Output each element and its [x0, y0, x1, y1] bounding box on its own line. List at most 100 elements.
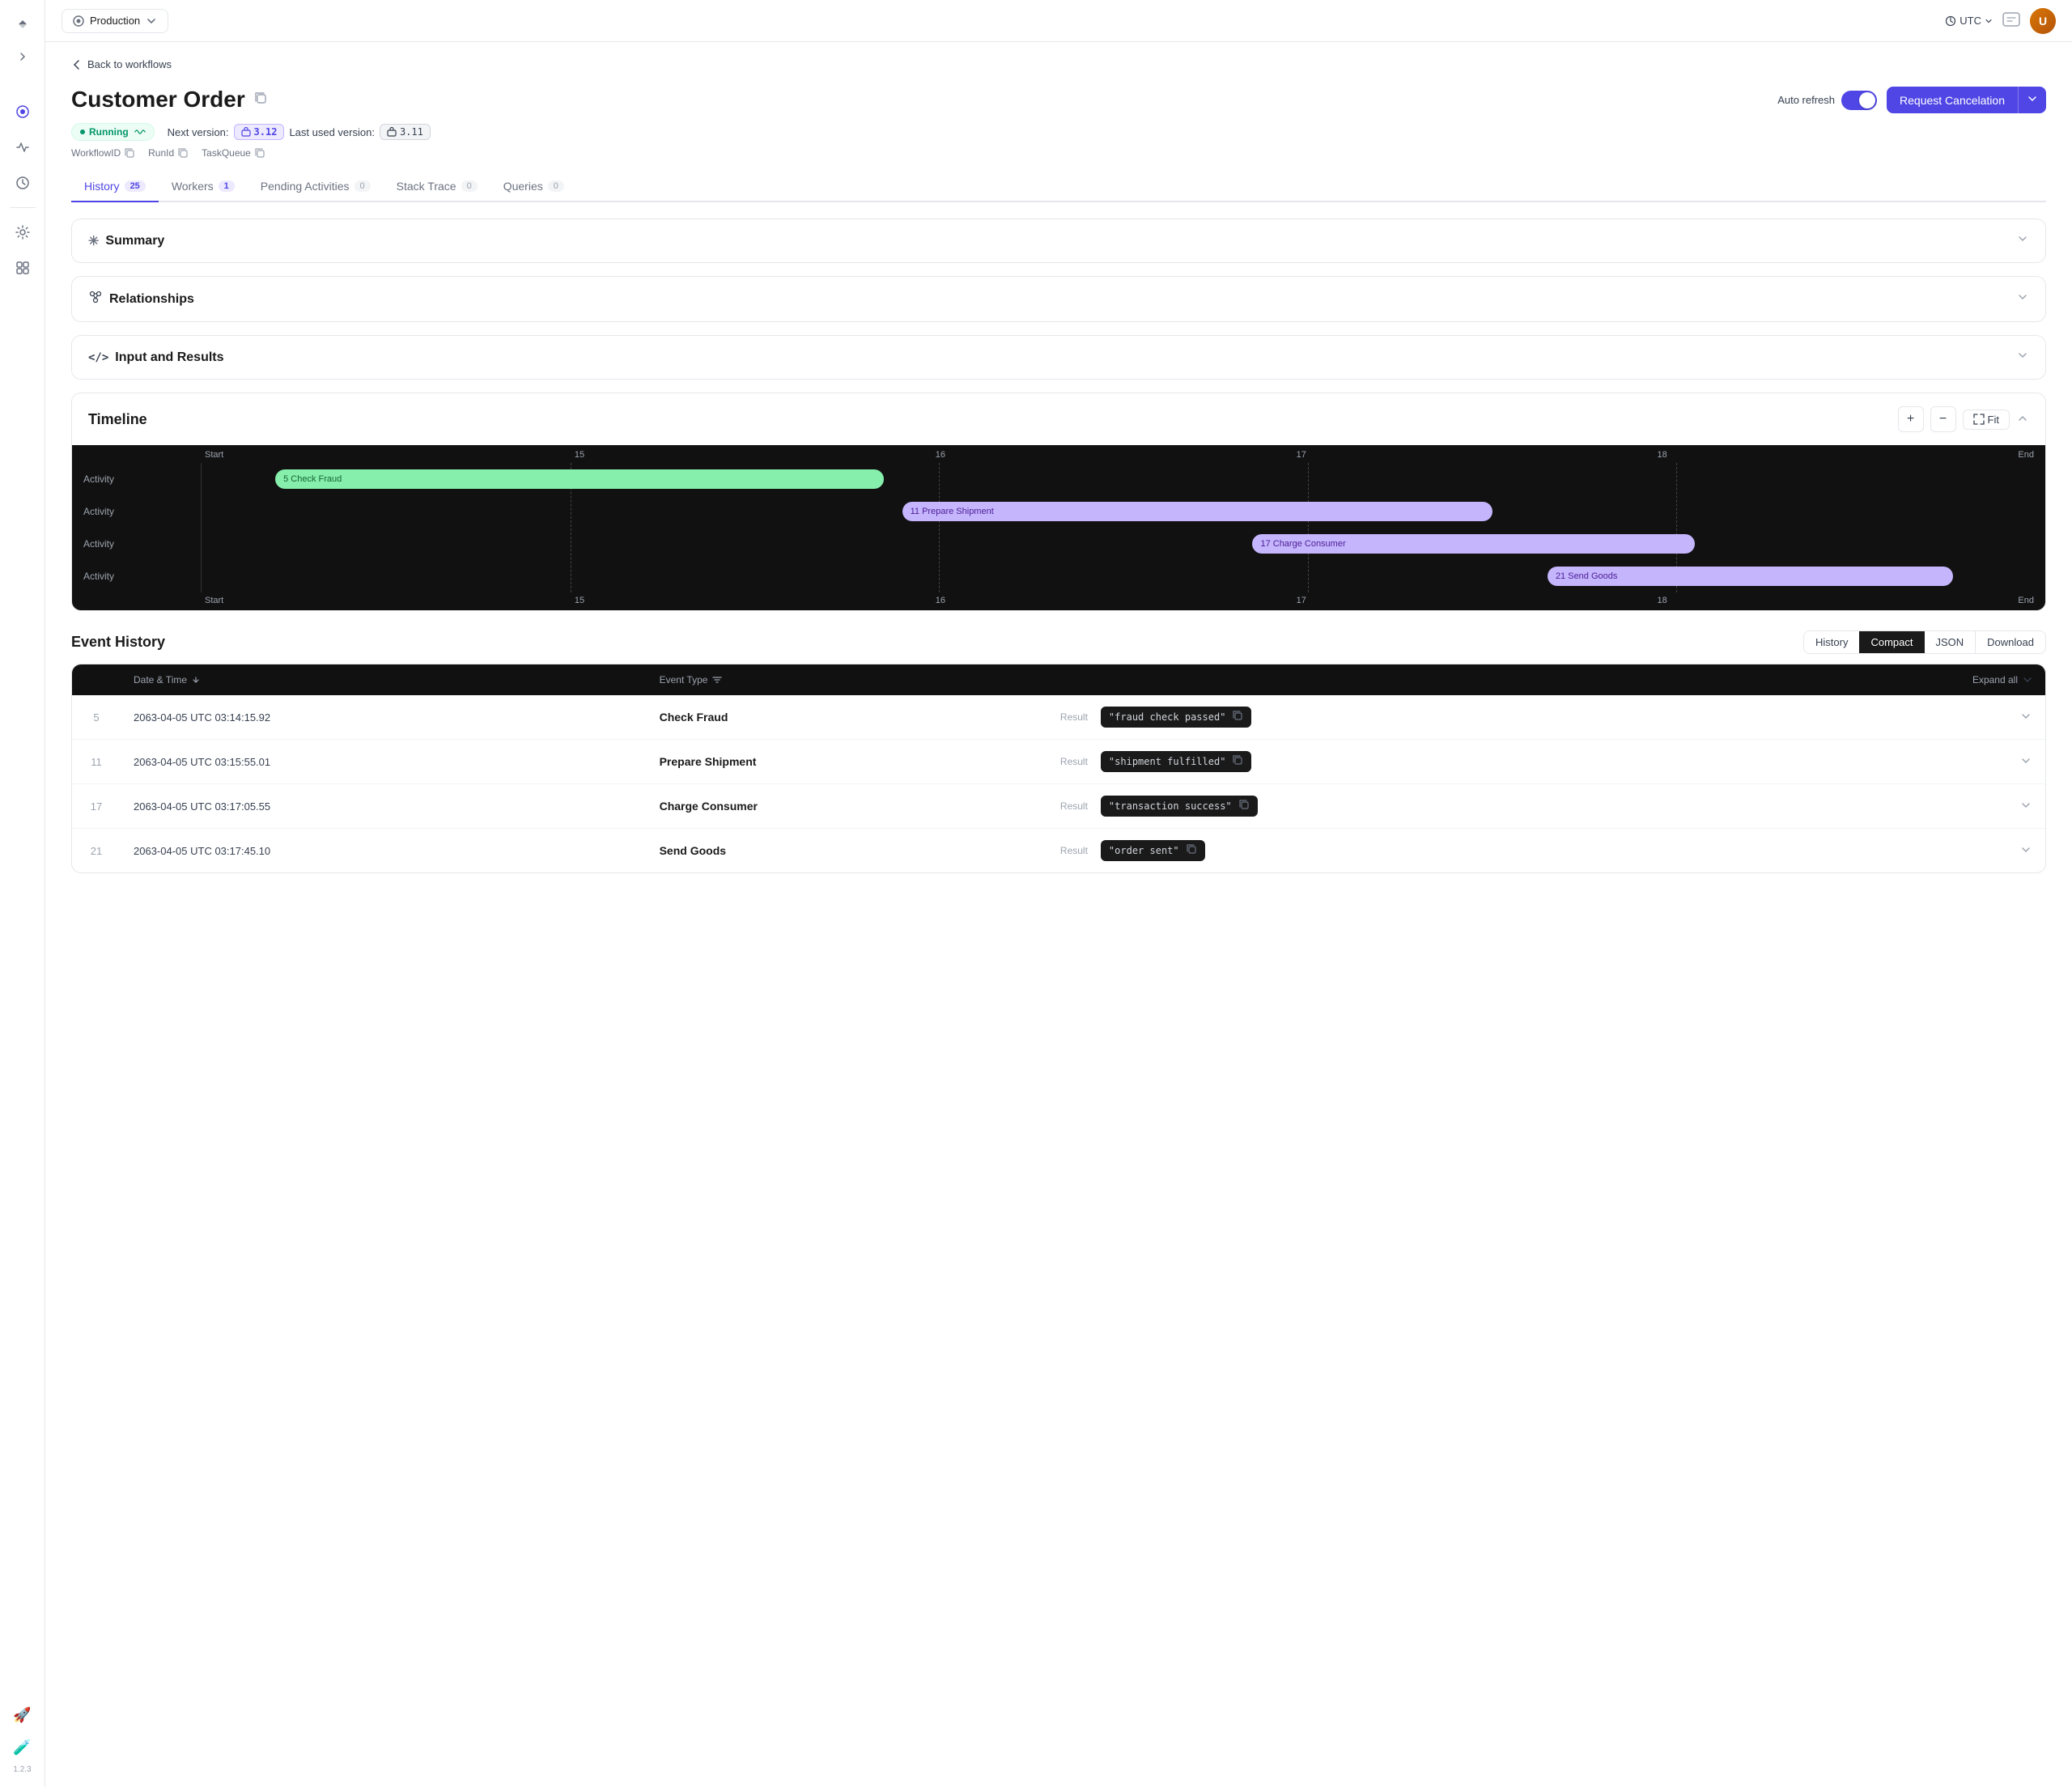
timeline-zoom-in-button[interactable]: + [1898, 406, 1924, 432]
sidebar: 🚀 🧪 1.2.3 [0, 0, 45, 1787]
row-expand[interactable] [1768, 784, 2045, 829]
timezone-selector[interactable]: UTC [1945, 15, 1993, 27]
tab-history[interactable]: History 25 [71, 172, 159, 202]
request-cancelation-button[interactable]: Request Cancelation [1887, 87, 2018, 113]
run-id-copy-icon[interactable] [177, 147, 189, 159]
timeline-collapse-icon[interactable] [2016, 412, 2029, 427]
result-copy-icon[interactable] [1186, 843, 1197, 858]
sidebar-integrations-icon[interactable] [8, 253, 37, 282]
view-tab-json[interactable]: JSON [1925, 631, 1976, 653]
tab-queries[interactable]: Queries 0 [490, 172, 577, 202]
table-row: 5 2063-04-05 UTC 03:14:15.92 Check Fraud… [72, 695, 2045, 740]
view-tab-compact[interactable]: Compact [1859, 631, 1924, 653]
back-link[interactable]: Back to workflows [71, 58, 2046, 70]
sidebar-settings-icon[interactable] [8, 218, 37, 247]
sidebar-schedules-icon[interactable] [8, 168, 37, 197]
datetime-sort-icon [192, 676, 200, 684]
timeline-labels: Activity Activity Activity Activity [72, 463, 202, 592]
main-content: Production UTC [45, 0, 2072, 1787]
col-event-type-label: Event Type [660, 674, 708, 686]
user-avatar[interactable]: U [2030, 8, 2056, 34]
workflow-id-copy-icon[interactable] [124, 147, 135, 159]
timeline-chart: Start 15 16 17 18 End Activity Activity … [72, 445, 2045, 610]
sidebar-arrow-icon[interactable] [8, 10, 37, 39]
summary-section-header[interactable]: ✳ Summary [72, 219, 2045, 262]
view-tab-download[interactable]: Download [1975, 631, 2045, 653]
workflow-title: Customer Order [71, 87, 245, 112]
tab-pending[interactable]: Pending Activities 0 [248, 172, 384, 202]
event-history: Event History History Compact JSON Downl… [71, 630, 2046, 873]
timeline-bar-prepare-shipment[interactable]: 11 Prepare Shipment [902, 502, 1492, 521]
input-results-title: Input and Results [115, 350, 223, 365]
timeline-axis-start: Start [205, 450, 223, 460]
workflow-header: Customer Order Auto refresh Request Ca [71, 87, 2046, 113]
event-history-header: Event History History Compact JSON Downl… [71, 630, 2046, 654]
timeline-axis-bottom-start: Start [205, 596, 223, 605]
row-expand[interactable] [1768, 740, 2045, 784]
col-id [72, 664, 121, 695]
timeline-axis-17: 17 [1297, 450, 1306, 460]
env-selector[interactable]: Production [62, 9, 168, 33]
workflow-id-label: WorkflowID [71, 147, 121, 159]
workflow-id-item: WorkflowID [71, 147, 135, 159]
result-copy-icon[interactable] [1232, 754, 1243, 769]
row-result: Result "order sent" [1047, 829, 1768, 873]
col-expand[interactable]: Expand all [1768, 664, 2045, 695]
timeline-zoom-out-button[interactable]: − [1930, 406, 1956, 432]
relationships-section-header[interactable]: Relationships [72, 277, 2045, 321]
timeline-bar-check-fraud[interactable]: 5 Check Fraud [275, 469, 884, 489]
tab-queries-badge: 0 [548, 180, 564, 192]
tab-stack-trace[interactable]: Stack Trace 0 [384, 172, 490, 202]
col-datetime[interactable]: Date & Time [121, 664, 647, 695]
col-result [1047, 664, 1768, 695]
timeline-label-2: Activity [72, 495, 201, 528]
col-datetime-label: Date & Time [134, 674, 187, 686]
event-history-title: Event History [71, 634, 165, 651]
timeline-axis-16: 16 [936, 450, 945, 460]
summary-section: ✳ Summary [71, 219, 2046, 263]
event-view-tabs: History Compact JSON Download [1803, 630, 2046, 654]
meta-row: WorkflowID RunId TaskQueue [71, 147, 2046, 159]
sidebar-workflows-icon[interactable] [8, 97, 37, 126]
row-expand[interactable] [1768, 829, 2045, 873]
timeline-bar-label-2: 11 Prepare Shipment [911, 507, 994, 516]
tab-pending-label: Pending Activities [261, 180, 350, 193]
sidebar-rocket-icon[interactable]: 🚀 [8, 1700, 37, 1730]
tab-workers[interactable]: Workers 1 [159, 172, 248, 202]
sidebar-chevron-icon[interactable] [8, 42, 37, 71]
result-copy-icon[interactable] [1238, 799, 1250, 813]
input-results-section-header[interactable]: </> Input and Results [72, 336, 2045, 379]
timeline-label-3: Activity [72, 528, 201, 560]
expand-all-chevron-icon [2023, 675, 2032, 685]
row-id: 5 [72, 695, 121, 740]
timeline-fit-button[interactable]: Fit [1963, 410, 2010, 430]
content-area: Back to workflows Customer Order Auto re… [45, 42, 2072, 1787]
next-version-badge[interactable]: 3.12 [234, 124, 285, 140]
view-tab-history[interactable]: History [1804, 631, 1859, 653]
timeline-title: Timeline [88, 411, 147, 428]
sidebar-activity-icon[interactable] [8, 133, 37, 162]
env-label: Production [90, 15, 140, 27]
relationships-icon [88, 290, 103, 308]
result-value: "order sent" [1101, 840, 1205, 861]
timeline-axis-bottom-end: End [2018, 596, 2034, 605]
row-expand[interactable] [1768, 695, 2045, 740]
last-used-label: Last used version: [289, 126, 375, 138]
sidebar-flask-icon[interactable]: 🧪 [8, 1733, 37, 1762]
timeline-axis-15: 15 [575, 450, 584, 460]
timeline-controls: + − Fit [1898, 406, 2029, 432]
row-event-type: Send Goods [647, 829, 1047, 873]
request-cancelation-group: Request Cancelation [1887, 87, 2046, 113]
keyboard-shortcut-icon[interactable] [2002, 12, 2020, 29]
workflow-title-copy-icon[interactable] [253, 91, 268, 109]
timeline-axis-bottom-17: 17 [1297, 596, 1306, 605]
row-result: Result "shipment fulfilled" [1047, 740, 1768, 784]
event-type-filter-icon[interactable] [712, 675, 722, 685]
task-queue-copy-icon[interactable] [254, 147, 265, 159]
request-cancelation-dropdown[interactable] [2018, 87, 2046, 113]
result-copy-icon[interactable] [1232, 710, 1243, 724]
auto-refresh-toggle[interactable] [1841, 91, 1877, 110]
timeline-bar-charge-consumer[interactable]: 17 Charge Consumer [1252, 534, 1695, 554]
timeline-bar-send-goods[interactable]: 21 Send Goods [1548, 567, 1953, 586]
timeline-bar-label-3: 17 Charge Consumer [1260, 539, 1345, 549]
